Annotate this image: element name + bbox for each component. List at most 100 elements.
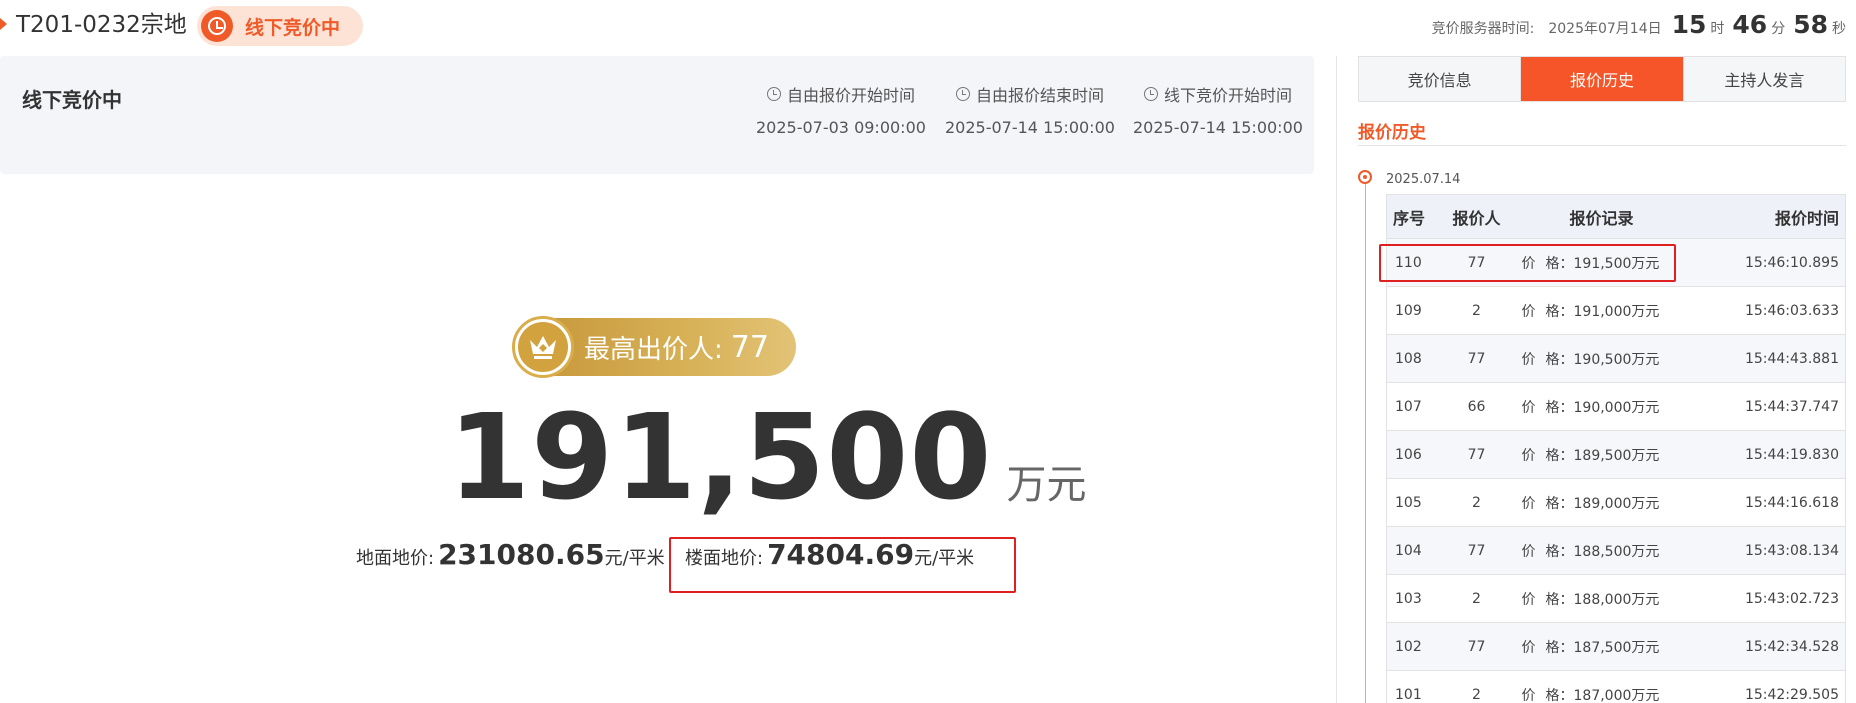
time-value: 2025-07-14 15:00:00	[945, 118, 1115, 137]
server-second: 58	[1793, 10, 1828, 39]
record-amount: 格：187,500万元	[1545, 639, 1660, 656]
cell-time: 15:43:08.134	[1691, 526, 1846, 575]
history-title: 报价历史	[1358, 123, 1426, 143]
cell-bidder: 2	[1441, 574, 1512, 623]
alarm-clock-icon	[1143, 87, 1158, 101]
record-char: 价	[1521, 639, 1536, 656]
tab-bid-info[interactable]: 竞价信息	[1359, 57, 1522, 101]
cell-record: 价格：187,500万元	[1511, 622, 1692, 671]
table-row: 104 77 价格：188,500万元 15:43:08.134	[1386, 526, 1846, 575]
server-minute: 46	[1732, 10, 1768, 39]
cell-record: 价格：190,500万元	[1511, 334, 1692, 383]
time-label: 线下竞价开始时间	[1163, 86, 1292, 105]
record-amount: 格：190,000万元	[1545, 399, 1660, 416]
cell-time: 15:42:34.528	[1691, 622, 1846, 671]
cell-seq: 104	[1386, 526, 1442, 575]
land-price: 地面地价: 231080.65 元/平米	[356, 538, 665, 571]
crown-icon	[512, 316, 574, 378]
cell-seq: 109	[1386, 286, 1442, 335]
time-label: 自由报价结束时间	[975, 86, 1104, 105]
record-char: 价	[1521, 591, 1536, 608]
info-title: 线下竞价中	[22, 88, 122, 112]
table-row: 102 77 价格：187,500万元 15:42:34.528	[1386, 622, 1846, 671]
panel-divider	[1336, 56, 1337, 703]
server-time: 竞价服务器时间: 2025年07月14日 15 时 46 分 58 秒	[1432, 10, 1850, 39]
server-hour-unit: 时	[1710, 21, 1725, 37]
floor-price-highlight-box	[669, 537, 1016, 593]
col-header-seq: 序号	[1386, 194, 1442, 239]
cell-record: 价格：187,000万元	[1511, 670, 1692, 703]
land-price-label: 地面地价:	[356, 548, 435, 569]
clock-icon	[201, 10, 233, 42]
top-bidder-label: 最高出价人:	[584, 334, 723, 365]
cell-bidder: 77	[1441, 430, 1512, 479]
status-text: 线下竞价中	[245, 16, 341, 39]
table-row: 103 2 价格：188,000万元 15:43:02.723	[1386, 574, 1846, 623]
server-hour: 15	[1671, 10, 1707, 39]
cell-bidder: 2	[1441, 478, 1512, 527]
cell-bidder: 77	[1441, 622, 1512, 671]
server-time-label: 竞价服务器时间:	[1431, 21, 1535, 37]
cell-time: 15:46:10.895	[1691, 238, 1846, 287]
server-second-unit: 秒	[1832, 21, 1846, 37]
record-char: 价	[1521, 447, 1536, 464]
record-char: 价	[1521, 399, 1536, 416]
latest-bid-highlight-box	[1379, 244, 1676, 282]
record-amount: 格：189,500万元	[1545, 447, 1660, 464]
cell-time: 15:44:16.618	[1691, 478, 1846, 527]
top-bidder-value: 77	[730, 329, 769, 365]
cell-record: 价格：189,000万元	[1511, 478, 1692, 527]
timeline-date: 2025.07.14	[1386, 172, 1461, 187]
record-char: 价	[1521, 303, 1536, 320]
cell-seq: 107	[1386, 382, 1442, 431]
current-price-unit: 万元	[1006, 462, 1087, 508]
cell-seq: 106	[1386, 430, 1442, 479]
cell-time: 15:44:37.747	[1691, 382, 1846, 431]
cell-bidder: 2	[1441, 286, 1512, 335]
tab-host-speech[interactable]: 主持人发言	[1684, 57, 1845, 101]
tab-bid-history[interactable]: 报价历史	[1521, 57, 1684, 101]
record-amount: 格：189,000万元	[1545, 495, 1660, 512]
timeline-line	[1365, 183, 1366, 703]
time-value: 2025-07-03 09:00:00	[756, 118, 926, 137]
record-char: 价	[1521, 687, 1536, 703]
table-row: 106 77 价格：189,500万元 15:44:19.830	[1386, 430, 1846, 479]
record-amount: 格：191,000万元	[1545, 303, 1660, 320]
time-free-bid-end: 自由报价结束时间 2025-07-14 15:00:00	[945, 82, 1115, 137]
cell-time: 15:42:29.505	[1691, 670, 1846, 703]
server-minute-unit: 分	[1771, 21, 1786, 37]
record-amount: 格：190,500万元	[1545, 351, 1660, 368]
auction-info-panel: 线下竞价中 自由报价开始时间 2025-07-03 09:00:00 自由报价结…	[0, 56, 1314, 174]
alarm-clock-icon	[766, 87, 781, 101]
land-price-unit: 元/平米	[604, 548, 665, 569]
caret-right-icon	[0, 18, 7, 30]
tab-bar: 竞价信息 报价历史 主持人发言	[1358, 56, 1846, 102]
timeline-dot-icon	[1358, 170, 1372, 184]
cell-seq: 102	[1386, 622, 1442, 671]
table-row: 109 2 价格：191,000万元 15:46:03.633	[1386, 286, 1846, 335]
cell-seq: 101	[1386, 670, 1442, 703]
col-header-bidder: 报价人	[1441, 194, 1512, 239]
cell-record: 价格：188,500万元	[1511, 526, 1692, 575]
time-offline-bid-start: 线下竞价开始时间 2025-07-14 15:00:00	[1133, 82, 1303, 137]
cell-bidder: 77	[1441, 526, 1512, 575]
land-price-value: 231080.65	[438, 538, 605, 571]
record-char: 价	[1521, 495, 1536, 512]
table-row: 107 66 价格：190,000万元 15:44:37.747	[1386, 382, 1846, 431]
col-header-record: 报价记录	[1511, 194, 1692, 239]
cell-time: 15:46:03.633	[1691, 286, 1846, 335]
time-free-bid-start: 自由报价开始时间 2025-07-03 09:00:00	[756, 82, 926, 137]
current-price-amount: 191,500	[448, 388, 993, 526]
cell-record: 价格：188,000万元	[1511, 574, 1692, 623]
table-row: 101 2 价格：187,000万元 15:42:29.505	[1386, 670, 1846, 703]
alarm-clock-icon	[955, 87, 970, 101]
cell-record: 价格：190,000万元	[1511, 382, 1692, 431]
current-price: 191,500 万元	[448, 398, 1086, 516]
cell-seq: 103	[1386, 574, 1442, 623]
record-amount: 格：188,500万元	[1545, 543, 1660, 560]
cell-seq: 108	[1386, 334, 1442, 383]
record-char: 价	[1521, 351, 1536, 368]
cell-bidder: 77	[1441, 334, 1512, 383]
table-row: 105 2 价格：189,000万元 15:44:16.618	[1386, 478, 1846, 527]
table-header-row: 序号 报价人 报价记录 报价时间	[1386, 194, 1846, 239]
